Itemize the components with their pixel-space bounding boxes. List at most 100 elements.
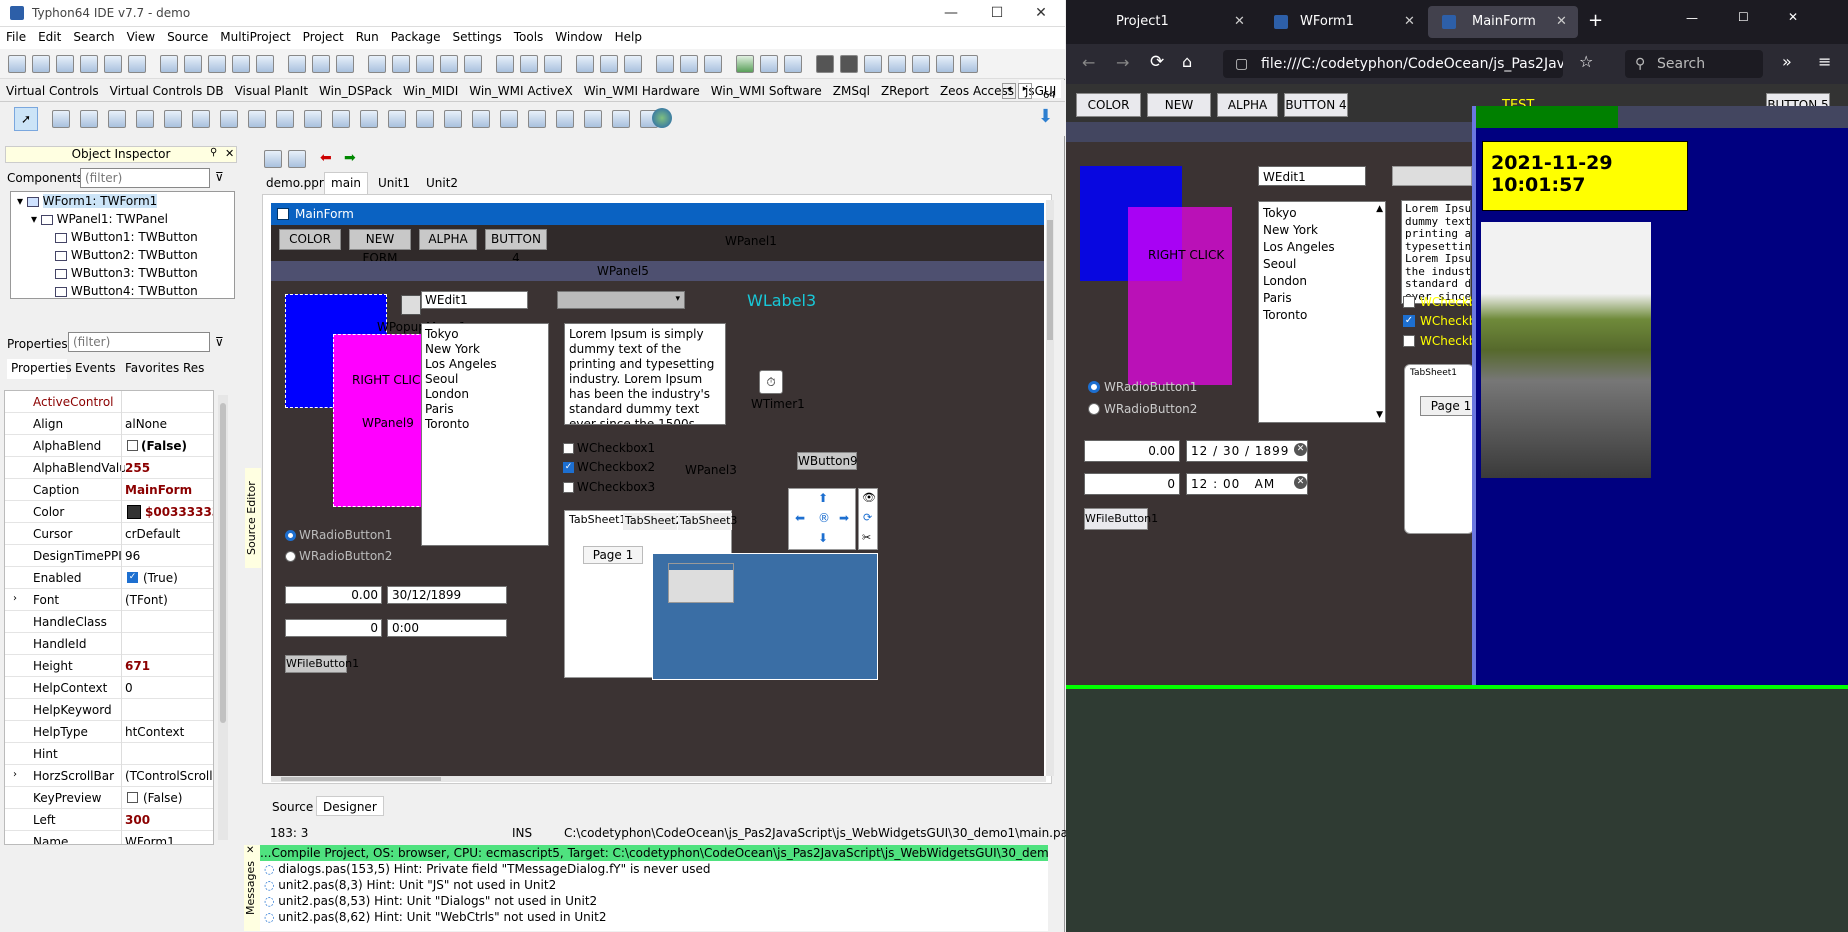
number-field-2[interactable]: 0	[1084, 473, 1180, 495]
tabsheet2[interactable]: TabSheet2	[623, 513, 682, 530]
close-icon[interactable]: ✕	[225, 147, 234, 160]
minimize-button[interactable]: —	[1686, 11, 1698, 25]
forward-arrow-icon[interactable]: ➡	[344, 150, 356, 166]
find-icon[interactable]	[104, 55, 122, 73]
replace-icon[interactable]	[128, 55, 146, 73]
date-field[interactable]: 30/12/1899	[387, 586, 507, 604]
menu-window[interactable]: Window	[549, 27, 608, 47]
palette-component-icon[interactable]	[360, 110, 378, 128]
property-row[interactable]: Left 300	[5, 809, 213, 831]
scroll-up-icon[interactable]: ▲	[1376, 204, 1383, 214]
message-line[interactable]: ◌ unit2.pas(8,53) Hint: Unit "Dialogs" n…	[260, 893, 1048, 909]
oi-tab-events[interactable]: Events	[75, 361, 116, 375]
menu-settings[interactable]: Settings	[447, 27, 508, 47]
browser-tab-wform1[interactable]: WForm1 ✕	[1256, 6, 1426, 38]
close-icon[interactable]: ✕	[1234, 6, 1245, 38]
radio-1[interactable]	[1088, 381, 1100, 393]
wbutton9[interactable]: WButton9	[797, 452, 858, 470]
arrow-up-icon[interactable]: ⬆	[818, 491, 828, 505]
editor-tool-icon[interactable]	[264, 150, 282, 168]
list-item[interactable]: New York	[425, 342, 545, 357]
menu-run[interactable]: Run	[350, 27, 385, 47]
toggle-icon[interactable]	[256, 55, 274, 73]
palette-scroll-left[interactable]: ◂	[1002, 83, 1016, 99]
checkbox-3[interactable]	[1403, 335, 1415, 347]
globe-icon[interactable]	[652, 108, 672, 128]
timer-icon[interactable]: ⏱	[759, 370, 783, 394]
new-file-icon[interactable]	[8, 55, 26, 73]
menu-view[interactable]: View	[121, 27, 161, 47]
checkbox-1[interactable]	[1403, 296, 1415, 308]
palette-tab[interactable]: Visual PlanIt	[229, 80, 313, 98]
property-row[interactable]: Hint	[5, 743, 213, 765]
help-icon[interactable]	[544, 55, 562, 73]
tree-item-button[interactable]: WButton4: TWButton	[11, 282, 234, 298]
file-button[interactable]: WFileButton1	[1084, 508, 1158, 530]
number-field-1[interactable]: 0.00	[1084, 440, 1180, 462]
address-bar[interactable]: ▢ file:///C:/codetyphon/CodeOcean/js_Pas2…	[1223, 50, 1563, 78]
properties-filter-input[interactable]: (filter)	[68, 332, 210, 352]
message-line[interactable]: ◌ dialogs.pas(153,5) Hint: Private field…	[260, 861, 1048, 877]
new-form-button[interactable]: NEW FORM	[349, 229, 411, 265]
pointer-icon[interactable]: ➚	[14, 107, 38, 131]
file-button[interactable]: WFileButton1	[285, 655, 359, 673]
property-row[interactable]: KeyPreview (False)	[5, 787, 213, 809]
debug-icon[interactable]	[656, 55, 674, 73]
palette-component-icon[interactable]	[304, 110, 322, 128]
target-icon[interactable]	[576, 55, 594, 73]
eye-icon[interactable]: 👁	[862, 491, 876, 504]
city-listbox[interactable]: Tokyo New York Los Angeles Seoul London …	[421, 323, 549, 546]
memo-box[interactable]: Lorem Ipsu dummy text printing a typeset…	[1401, 200, 1471, 304]
oi-tab-properties[interactable]: Properties	[7, 359, 72, 379]
menu-help[interactable]: Help	[609, 27, 648, 47]
project-icon[interactable]	[160, 55, 178, 73]
overflow-menu-icon[interactable]: »	[1782, 52, 1792, 71]
oi-tab-favorites[interactable]: Favorites	[125, 361, 179, 375]
cpu-icon[interactable]	[600, 55, 618, 73]
breakpoint-icon[interactable]	[888, 55, 906, 73]
message-line-success[interactable]: ...Compile Project, OS: browser, CPU: ec…	[260, 845, 1048, 861]
clear-date-icon[interactable]: ✕	[1294, 443, 1307, 456]
date-field[interactable]: 12 / 30 / 1899	[1186, 440, 1308, 462]
download-arrow-icon[interactable]: ⬇	[1038, 108, 1058, 126]
property-row[interactable]: Caption MainForm	[5, 479, 213, 501]
property-row[interactable]: ActiveControl	[5, 391, 213, 413]
messages-icon[interactable]	[464, 55, 482, 73]
palette-tab[interactable]: ZReport	[875, 80, 934, 98]
palette-component-icon[interactable]	[612, 110, 630, 128]
step-over-icon[interactable]	[784, 55, 802, 73]
palette-tab[interactable]: Win_WMI Hardware	[578, 80, 705, 98]
arrow-right-icon[interactable]: ➡	[839, 511, 849, 525]
palette-tab[interactable]: Win_WMI Software	[705, 80, 827, 98]
radio-1[interactable]	[285, 530, 296, 541]
palette-component-icon[interactable]	[388, 110, 406, 128]
palette-tab[interactable]: Virtual Controls	[0, 80, 104, 98]
palette-component-icon[interactable]	[500, 110, 518, 128]
new-tab-button[interactable]: +	[1588, 10, 1603, 31]
editor-tool-icon[interactable]	[288, 150, 306, 168]
expand-icon[interactable]: ›	[13, 769, 17, 780]
property-row[interactable]: Enabled ✓ (True)	[5, 567, 213, 589]
home-icon[interactable]: ⌂	[1182, 52, 1192, 71]
property-row[interactable]: HelpKeyword	[5, 699, 213, 721]
combo-box[interactable]: ▾	[557, 291, 685, 309]
list-item[interactable]: Paris	[1263, 290, 1381, 307]
checkbox-3[interactable]	[563, 482, 574, 493]
property-row[interactable]: ›HorzScrollBar(TControlScrollBar	[5, 765, 213, 787]
close-icon[interactable]: ✕	[1556, 6, 1567, 38]
list-item[interactable]: London	[425, 387, 545, 402]
checkbox-icon[interactable]	[127, 792, 138, 803]
checkbox-1[interactable]	[563, 443, 574, 454]
options-icon[interactable]	[288, 55, 306, 73]
palette-component-icon[interactable]	[108, 110, 126, 128]
message-line[interactable]: ◌ unit2.pas(8,3) Hint: Unit "JS" not use…	[260, 877, 1048, 893]
run-to-icon[interactable]	[864, 55, 882, 73]
menu-project[interactable]: Project	[297, 27, 350, 47]
palette-component-icon[interactable]	[444, 110, 462, 128]
property-row[interactable]: Cursor crDefault	[5, 523, 213, 545]
tabsheet3[interactable]: TabSheet3	[678, 513, 737, 530]
property-row[interactable]: Color $00333333	[5, 501, 213, 523]
list-item[interactable]: Los Angeles	[1263, 239, 1381, 256]
number-field-1[interactable]: 0.00	[285, 586, 382, 604]
filter-icon[interactable]: ⊽	[215, 170, 224, 184]
